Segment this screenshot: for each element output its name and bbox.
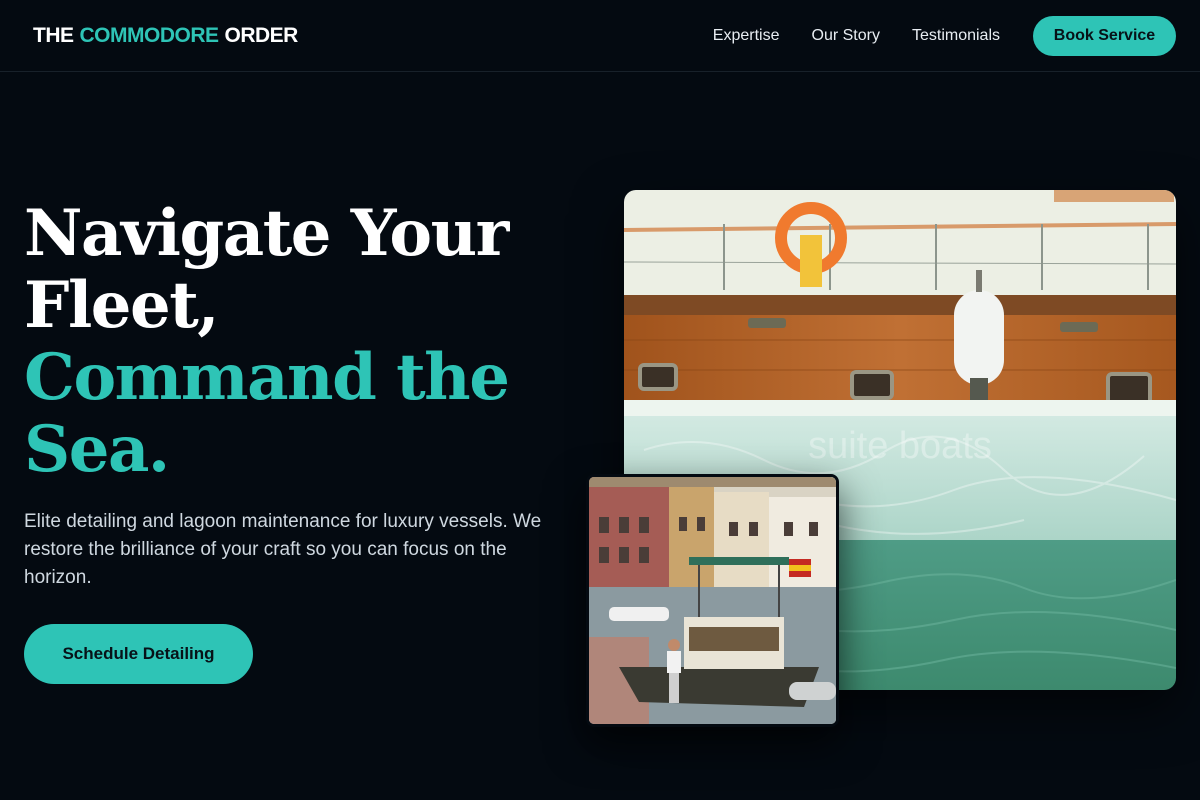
harbour-boat-image xyxy=(586,474,839,727)
nav-link-our-story[interactable]: Our Story xyxy=(812,27,880,45)
hero-title-line-3: Command the xyxy=(24,340,510,415)
hero-description: Elite detailing and lagoon maintenance f… xyxy=(24,511,542,588)
nav-link-testimonials[interactable]: Testimonials xyxy=(912,27,1000,45)
brand-word-order: ORDER xyxy=(224,23,299,47)
hero-title-line-1: Navigate Your xyxy=(24,196,509,271)
book-service-button[interactable]: Book Service xyxy=(1033,15,1176,56)
brand-word-commodore: COMMODORE xyxy=(79,23,220,47)
image-watermark: suite boats xyxy=(808,425,992,467)
schedule-detailing-button[interactable]: Schedule Detailing xyxy=(24,624,253,684)
brand-word-the: THE xyxy=(33,23,74,47)
hero-title-line-4: Sea. xyxy=(24,412,170,487)
brand-logo[interactable]: THE COMMODORE ORDER xyxy=(33,24,298,48)
nav-link-expertise[interactable]: Expertise xyxy=(713,27,780,45)
site-header: THE COMMODORE ORDER Expertise Our Story … xyxy=(0,0,1200,72)
hero-title-line-2: Fleet, xyxy=(24,268,220,343)
hero-title: Navigate Your Fleet, Command the Sea. xyxy=(24,196,510,487)
main-nav: Expertise Our Story Testimonials Book Se… xyxy=(713,15,1176,56)
